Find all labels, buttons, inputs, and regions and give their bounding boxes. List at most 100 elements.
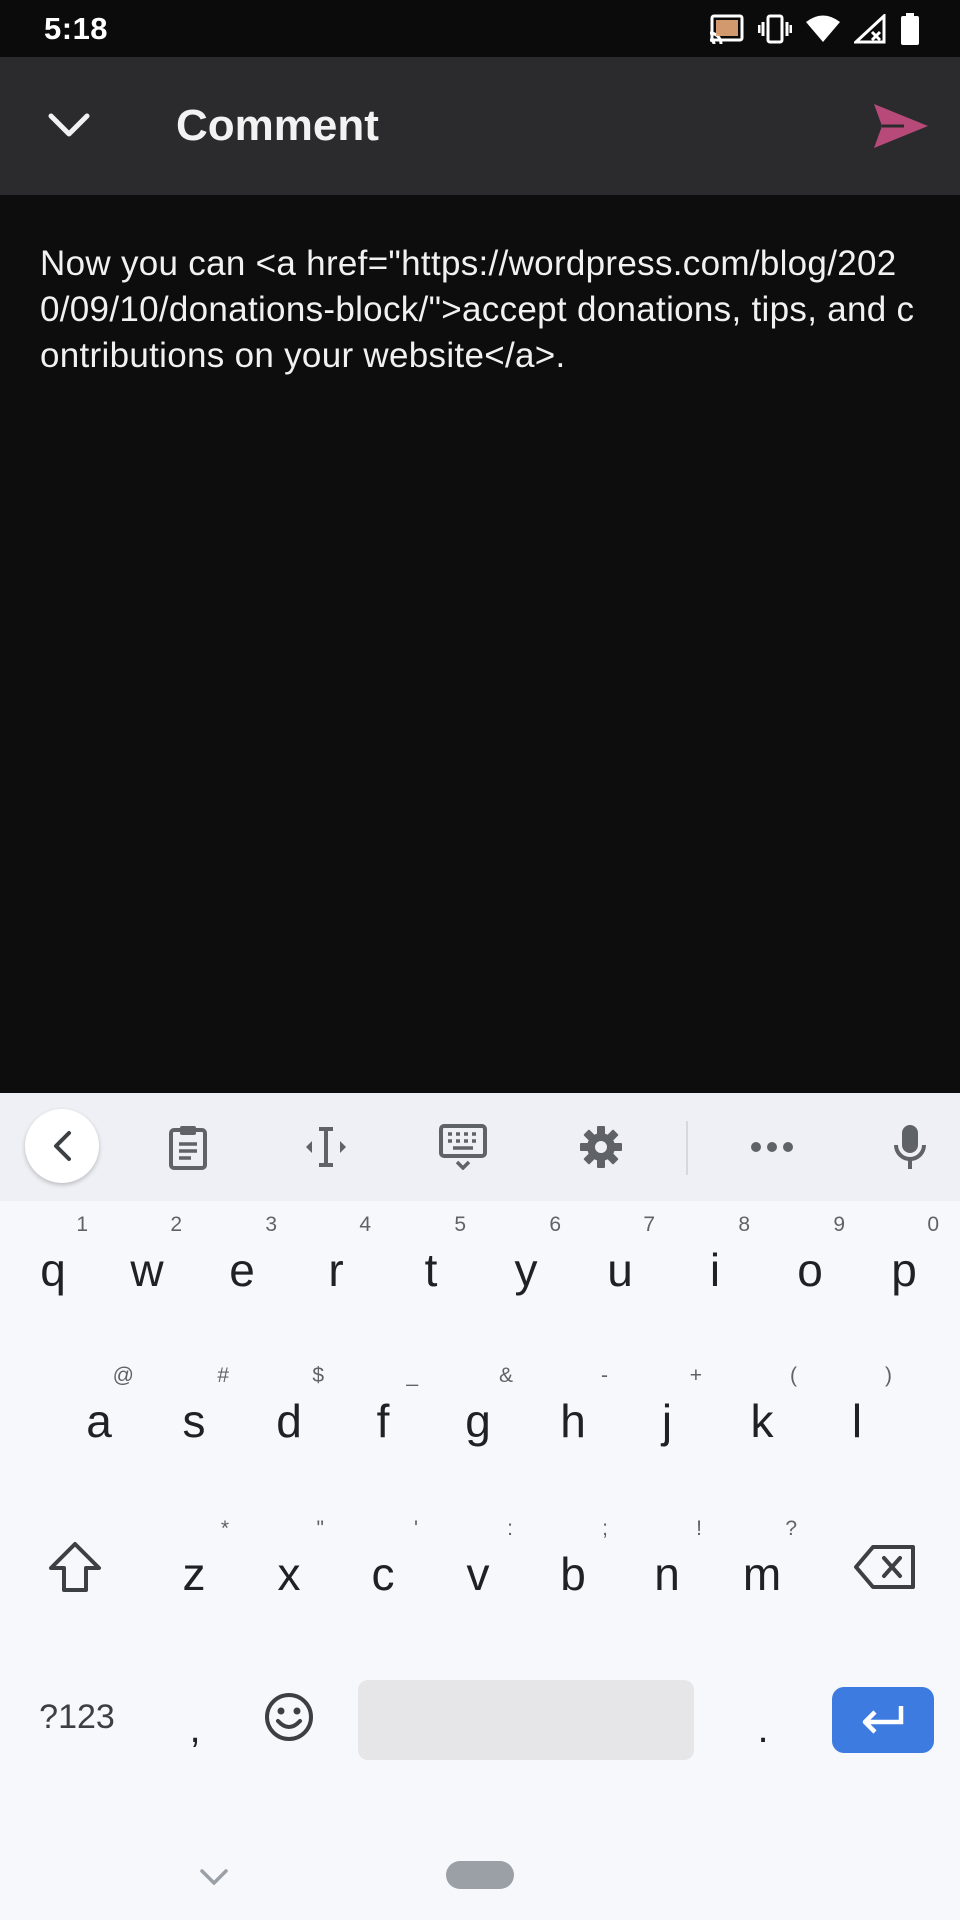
toolbar-collapse-button[interactable] (25, 1109, 99, 1183)
key-label: z (182, 1548, 206, 1600)
keyboard-icon (439, 1124, 487, 1170)
app-bar: Comment (0, 57, 960, 195)
key-label: e (229, 1244, 255, 1296)
key-g[interactable]: & g (431, 1358, 525, 1470)
one-handed-mode-button[interactable] (431, 1115, 495, 1179)
shift-key[interactable] (28, 1511, 122, 1623)
key-r[interactable]: 4r (289, 1207, 383, 1319)
clipboard-button[interactable] (156, 1115, 220, 1179)
home-pill[interactable] (446, 1861, 514, 1889)
emoji-icon (265, 1693, 313, 1741)
key-hint: ; (602, 1517, 608, 1540)
key-hint: 8 (738, 1213, 750, 1236)
key-v[interactable]: :v (431, 1511, 525, 1623)
symbols-key[interactable]: ?123 (22, 1667, 132, 1767)
key-hint: " (316, 1517, 324, 1540)
key-label: l (851, 1395, 863, 1447)
key-hint: _ (406, 1364, 418, 1387)
keyboard-toolbar (0, 1093, 960, 1201)
key-label: i (709, 1244, 721, 1296)
key-c[interactable]: ' c (336, 1511, 430, 1623)
more-horizontal-icon (751, 1142, 793, 1152)
key-hint: 9 (833, 1213, 845, 1236)
enter-key[interactable] (832, 1687, 934, 1753)
key-label: s (182, 1395, 206, 1447)
key-n[interactable]: ! n (620, 1511, 714, 1623)
key-hint: $ (312, 1364, 324, 1387)
key-hint: ' (413, 1517, 418, 1540)
key-hint: + (689, 1364, 702, 1387)
status-time: 5:18 (44, 11, 109, 46)
key-z[interactable]: * z (147, 1511, 241, 1623)
key-e[interactable]: 3e (195, 1207, 289, 1319)
period-key[interactable]: . (716, 1667, 810, 1767)
key-label: g (465, 1395, 491, 1447)
key-l[interactable]: ) l (810, 1358, 904, 1470)
key-w[interactable]: 2w (100, 1207, 194, 1319)
comment-editor[interactable]: Now you can <a href="https://wordpress.c… (0, 195, 960, 1093)
key-hint: - (601, 1364, 608, 1387)
key-s[interactable]: # s (147, 1358, 241, 1470)
voice-input-button[interactable] (878, 1115, 942, 1179)
key-t[interactable]: 5t (384, 1207, 478, 1319)
key-hint: 2 (170, 1213, 182, 1236)
key-p[interactable]: 0p (857, 1207, 951, 1319)
status-icons (708, 12, 920, 46)
key-hint: ) (885, 1364, 892, 1387)
microphone-icon (894, 1125, 926, 1169)
comment-input[interactable]: Now you can <a href="https://wordpress.c… (40, 241, 920, 379)
cast-icon (709, 14, 744, 44)
clipboard-icon (169, 1126, 207, 1170)
key-label: m (742, 1548, 782, 1600)
key-label: x (277, 1548, 301, 1600)
key-h[interactable]: -h (526, 1358, 620, 1470)
key-label: u (607, 1244, 633, 1296)
key-hint: 6 (549, 1213, 561, 1236)
key-k[interactable]: (k (715, 1358, 809, 1470)
key-hint: * (220, 1517, 229, 1540)
key-hint: 4 (359, 1213, 371, 1236)
delete-key[interactable] (838, 1511, 932, 1623)
key-a[interactable]: @ a (52, 1358, 146, 1470)
key-hint: ? (785, 1517, 797, 1540)
text-cursor-icon (306, 1127, 346, 1167)
key-hint: : (507, 1517, 513, 1540)
key-label: r (328, 1244, 344, 1296)
collapse-button[interactable] (36, 93, 102, 159)
key-f[interactable]: _ f (336, 1358, 430, 1470)
key-u[interactable]: 7u (573, 1207, 667, 1319)
key-o[interactable]: 9o (763, 1207, 857, 1319)
key-x[interactable]: " x (242, 1511, 336, 1623)
space-key[interactable] (358, 1680, 694, 1760)
send-button[interactable] (866, 91, 936, 161)
gear-icon (580, 1126, 622, 1168)
comma-key[interactable]: , (148, 1667, 242, 1767)
backspace-icon (854, 1545, 915, 1589)
key-label: w (130, 1244, 164, 1296)
more-button[interactable] (740, 1115, 804, 1179)
chevron-down-icon (200, 1869, 228, 1885)
key-hint: 3 (265, 1213, 277, 1236)
key-hint: 7 (643, 1213, 655, 1236)
vibrate-icon (758, 14, 792, 44)
key-hint: @ (112, 1364, 134, 1387)
hide-keyboard-button[interactable] (190, 1857, 238, 1897)
key-i[interactable]: 8i (668, 1207, 762, 1319)
key-label: b (560, 1548, 586, 1600)
key-j[interactable]: + j (620, 1358, 714, 1470)
status-bar: 5:18 (0, 0, 960, 57)
key-q[interactable]: 1q (6, 1207, 100, 1319)
emoji-key[interactable] (242, 1667, 336, 1767)
key-m[interactable]: ? m (715, 1511, 809, 1623)
key-b[interactable]: ; b (526, 1511, 620, 1623)
key-hint: ! (696, 1517, 702, 1540)
key-label: h (560, 1395, 586, 1447)
chevron-left-icon (54, 1131, 71, 1161)
wifi-icon (806, 15, 840, 42)
settings-button[interactable] (569, 1115, 633, 1179)
text-edit-button[interactable] (294, 1115, 358, 1179)
key-y[interactable]: 6y (479, 1207, 573, 1319)
shift-icon (49, 1542, 101, 1592)
key-hint: 1 (76, 1213, 88, 1236)
key-d[interactable]: $ d (242, 1358, 336, 1470)
